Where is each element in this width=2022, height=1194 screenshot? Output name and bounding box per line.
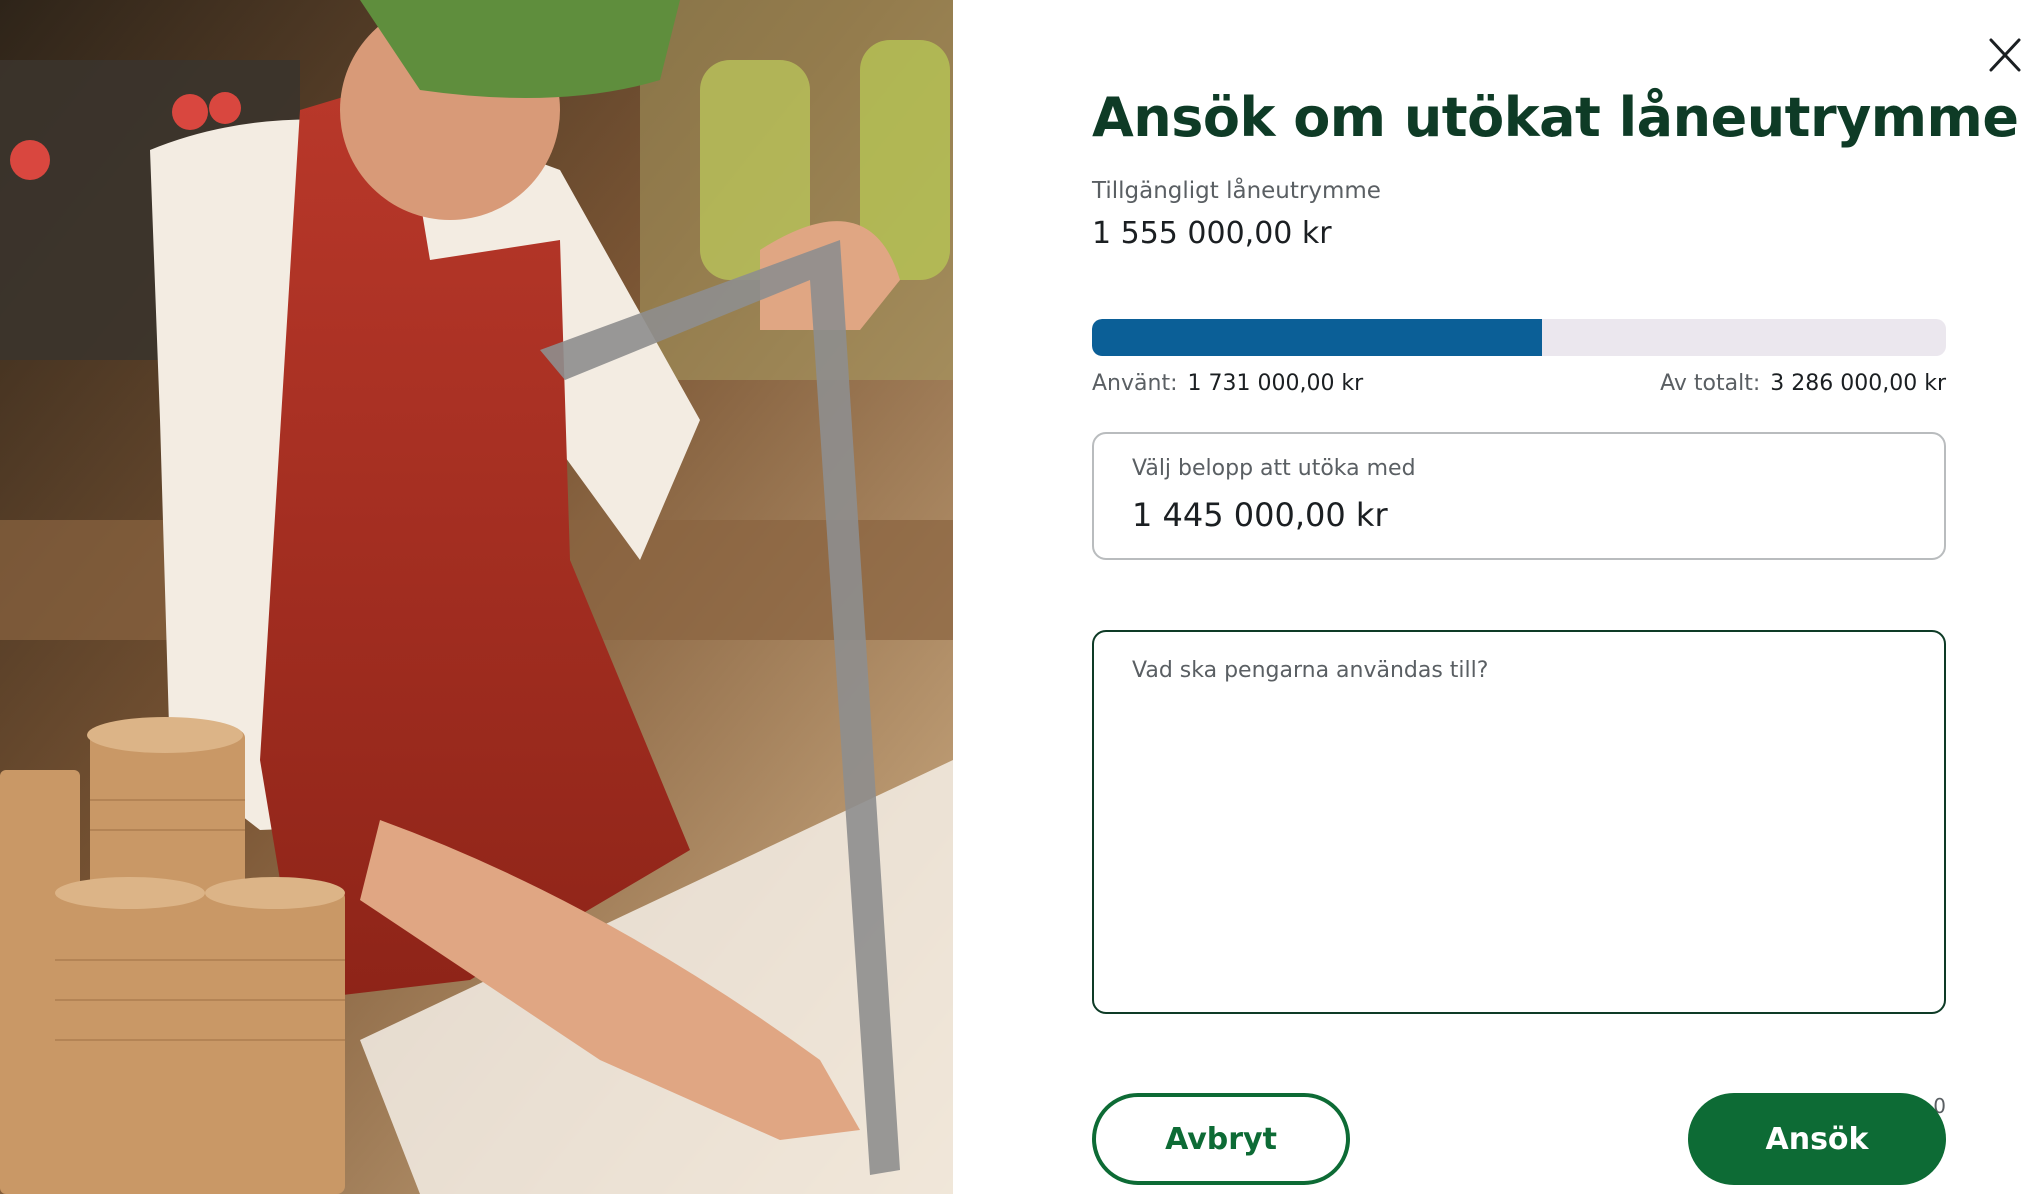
used-value: 1 731 000,00 kr <box>1187 371 1364 396</box>
dialog-title: Ansök om utökat låneutrymme <box>1092 86 2019 149</box>
usage-progress-bar <box>1092 319 1946 356</box>
amount-field-label: Välj belopp att utöka med <box>1132 456 1416 481</box>
used-row: Använt: 1 731 000,00 kr <box>1092 371 1363 396</box>
amount-field[interactable]: Välj belopp att utöka med <box>1092 432 1946 560</box>
cancel-button[interactable]: Avbryt <box>1092 1093 1350 1185</box>
used-label: Använt: <box>1092 371 1178 396</box>
available-label: Tillgängligt låneutrymme <box>1092 178 1381 204</box>
apply-button[interactable]: Ansök <box>1688 1093 1946 1185</box>
barista-photo <box>0 0 953 1194</box>
purpose-field[interactable] <box>1092 630 1946 1014</box>
total-value: 3 286 000,00 kr <box>1770 371 1946 396</box>
purpose-textarea[interactable] <box>1132 658 1902 988</box>
loan-extension-dialog: Ansök om utökat låneutrymme Tillgängligt… <box>0 0 2022 1194</box>
close-icon[interactable] <box>1988 35 2022 75</box>
total-row: Av totalt: 3 286 000,00 kr <box>1660 371 1946 396</box>
amount-input[interactable] <box>1132 496 1892 534</box>
total-label: Av totalt: <box>1660 371 1761 396</box>
usage-progress-fill <box>1092 319 1543 356</box>
available-value: 1 555 000,00 kr <box>1092 216 1332 251</box>
